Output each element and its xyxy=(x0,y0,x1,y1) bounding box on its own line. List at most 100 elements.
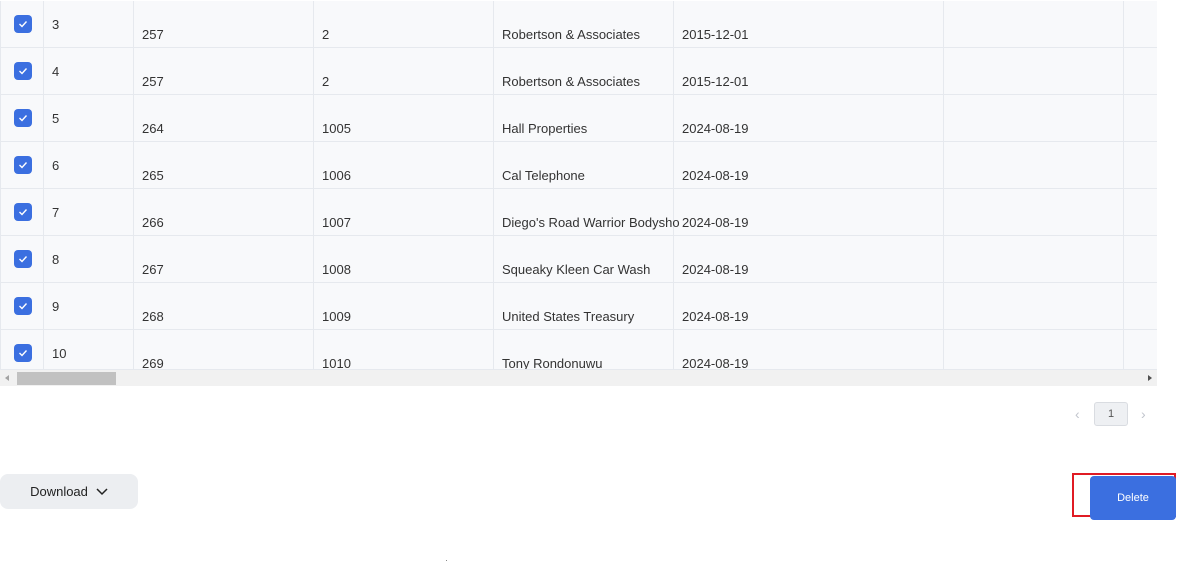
checkbox-cell xyxy=(0,236,44,282)
cell-value: 2 xyxy=(322,27,330,42)
cell-value: 268 xyxy=(142,309,164,324)
row-checkbox[interactable] xyxy=(14,250,32,268)
row-index: 3 xyxy=(52,17,60,32)
scrollbar-thumb[interactable] xyxy=(17,372,116,385)
cell: 268 xyxy=(134,283,314,329)
page-number-current[interactable]: 1 xyxy=(1094,402,1128,426)
cell: United States Treasury xyxy=(494,283,674,329)
chevron-down-icon xyxy=(96,487,108,495)
cell: 1008 xyxy=(314,236,494,282)
cell: 1009 xyxy=(314,283,494,329)
cell: 265 xyxy=(134,142,314,188)
cell: Robertson & Associates xyxy=(494,1,674,47)
cell-value: 2024-08-19 xyxy=(682,215,749,230)
horizontal-scrollbar[interactable] xyxy=(0,369,1157,386)
cell-value: Diego's Road Warrior Bodyshop xyxy=(502,215,680,230)
row-checkbox[interactable] xyxy=(14,297,32,315)
cell: 2024-08-19 xyxy=(674,142,944,188)
checkmark-icon xyxy=(19,209,28,216)
checkbox-cell xyxy=(0,95,44,141)
row-checkbox[interactable] xyxy=(14,203,32,221)
cell-value: Hall Properties xyxy=(502,121,588,136)
cell xyxy=(944,95,1124,141)
cell-value: Cal Telephone xyxy=(502,168,585,183)
checkbox-cell xyxy=(0,1,44,47)
cell xyxy=(944,236,1124,282)
cell xyxy=(1124,189,1157,235)
grid-rows: 3 257 2 Robertson & Associates 2015-12-0… xyxy=(0,1,1157,377)
table-row[interactable]: 5 264 1005 Hall Properties 2024-08-19 xyxy=(0,95,1157,142)
cell-value: 1009 xyxy=(322,309,351,324)
scroll-left-arrow-icon[interactable] xyxy=(5,375,9,381)
index-cell: 4 xyxy=(44,48,134,94)
cell: Diego's Road Warrior Bodyshop xyxy=(494,189,680,235)
checkmark-icon xyxy=(19,115,28,122)
download-label: Download xyxy=(30,484,88,499)
table-row[interactable]: 6 265 1006 Cal Telephone 2024-08-19 xyxy=(0,142,1157,189)
cell xyxy=(1124,283,1157,329)
cell: 2024-08-19 xyxy=(674,283,944,329)
cell: 2024-08-19 xyxy=(674,236,944,282)
cell-value: 2 xyxy=(322,74,330,89)
cell-value: 2024-08-19 xyxy=(682,262,749,277)
row-checkbox[interactable] xyxy=(14,109,32,127)
cell xyxy=(1124,48,1157,94)
data-grid: 3 257 2 Robertson & Associates 2015-12-0… xyxy=(0,0,1157,386)
cell: Squeaky Kleen Car Wash xyxy=(494,236,674,282)
cell: 1005 xyxy=(314,95,494,141)
download-button[interactable]: Download xyxy=(0,474,138,509)
row-index: 8 xyxy=(52,252,60,267)
cell-value: Robertson & Associates xyxy=(502,74,641,89)
cell-value: 2024-08-19 xyxy=(682,121,749,136)
cell: Cal Telephone xyxy=(494,142,674,188)
cell: 257 xyxy=(134,1,314,47)
stray-dot xyxy=(446,560,447,561)
row-checkbox[interactable] xyxy=(14,344,32,362)
table-row[interactable]: 3 257 2 Robertson & Associates 2015-12-0… xyxy=(0,1,1157,48)
checkmark-icon xyxy=(19,303,28,310)
next-page-icon[interactable]: › xyxy=(1141,406,1146,422)
cell-value: 2024-08-19 xyxy=(682,309,749,324)
cell: 1006 xyxy=(314,142,494,188)
row-checkbox[interactable] xyxy=(14,156,32,174)
table-row[interactable]: 9 268 1009 United States Treasury 2024-0… xyxy=(0,283,1157,330)
index-cell: 8 xyxy=(44,236,134,282)
prev-page-icon[interactable]: ‹ xyxy=(1075,406,1080,422)
cell: 2015-12-01 xyxy=(674,48,944,94)
cell xyxy=(944,48,1124,94)
table-row[interactable]: 7 266 1007 Diego's Road Warrior Bodyshop… xyxy=(0,189,1157,236)
row-index: 6 xyxy=(52,158,60,173)
checkbox-cell xyxy=(0,48,44,94)
cell-value: Squeaky Kleen Car Wash xyxy=(502,262,651,277)
cell xyxy=(944,142,1124,188)
cell-value: 265 xyxy=(142,168,164,183)
cell-value: United States Treasury xyxy=(502,309,635,324)
row-index: 4 xyxy=(52,64,60,79)
cell xyxy=(1124,142,1157,188)
table-row[interactable]: 4 257 2 Robertson & Associates 2015-12-0… xyxy=(0,48,1157,95)
cell: 2024-08-19 xyxy=(674,95,944,141)
row-index: 7 xyxy=(52,205,60,220)
cell xyxy=(1124,1,1157,47)
table-row[interactable]: 8 267 1008 Squeaky Kleen Car Wash 2024-0… xyxy=(0,236,1157,283)
cell-value: 1008 xyxy=(322,262,351,277)
cell xyxy=(944,1,1124,47)
row-checkbox[interactable] xyxy=(14,15,32,33)
delete-button[interactable]: Delete xyxy=(1090,476,1176,520)
checkmark-icon xyxy=(19,256,28,263)
index-cell: 6 xyxy=(44,142,134,188)
cell xyxy=(944,189,1124,235)
row-index: 5 xyxy=(52,111,60,126)
cell: Hall Properties xyxy=(494,95,674,141)
cell-value: 1006 xyxy=(322,168,351,183)
row-checkbox[interactable] xyxy=(14,62,32,80)
index-cell: 9 xyxy=(44,283,134,329)
cell-value: 2015-12-01 xyxy=(682,27,749,42)
cell-value: 264 xyxy=(142,121,164,136)
cell-value: 2024-08-19 xyxy=(682,168,749,183)
scroll-right-arrow-icon[interactable] xyxy=(1148,375,1152,381)
cell xyxy=(1124,236,1157,282)
row-index: 9 xyxy=(52,299,60,314)
checkmark-icon xyxy=(19,162,28,169)
cell-value: 2015-12-01 xyxy=(682,74,749,89)
